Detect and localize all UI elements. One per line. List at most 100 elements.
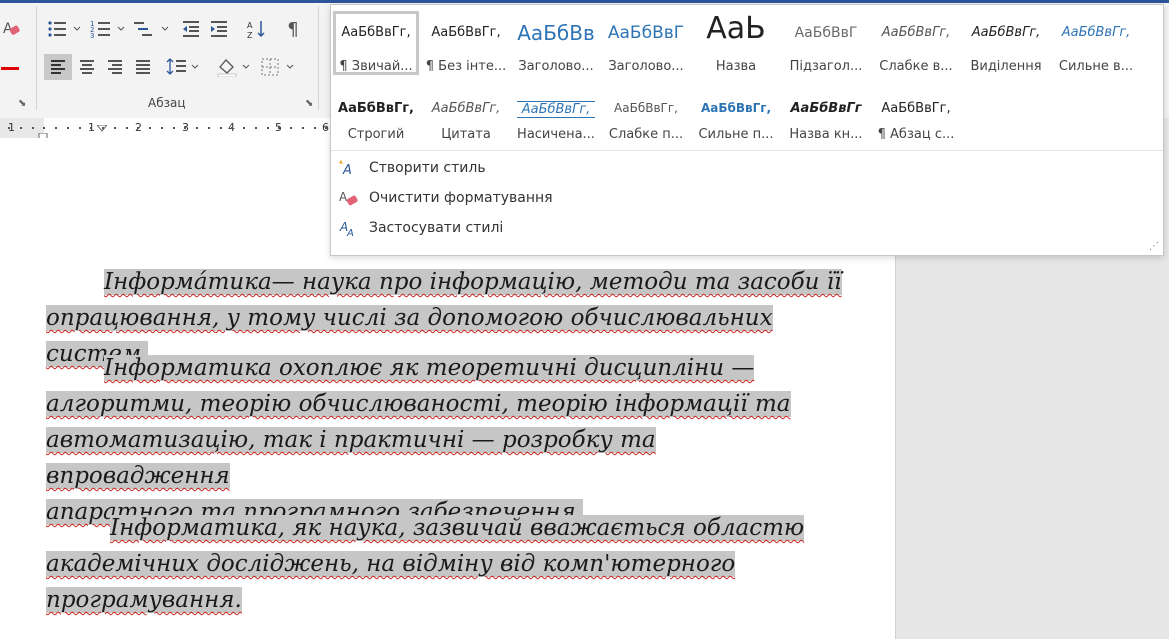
style-list-paragraph[interactable]: АаБбВвГг, ¶ Абзац с... — [873, 93, 959, 157]
svg-text:A: A — [342, 163, 352, 177]
highlighted-text: Інформатика охоплює як теоретичні дисцип… — [104, 355, 755, 381]
ruler-tick — [196, 127, 198, 129]
ruler-tick — [32, 127, 34, 129]
horizontal-ruler[interactable]: 1 1 2 3 4 5 6 — [0, 118, 330, 143]
highlighted-text: алгоритми, теорію обчислюваності, теорію… — [46, 391, 791, 417]
style-emphasis[interactable]: АаБбВвГг, Виділення — [963, 11, 1049, 75]
paragraph-3-line-2: академічних досліджень, на відміну від к… — [46, 546, 846, 582]
clear-formatting-icon: A — [337, 188, 361, 208]
style-sample: АаБбВвГг, — [431, 25, 501, 40]
borders-icon[interactable] — [260, 56, 296, 78]
style-book-title[interactable]: АаБбВвГг Назва кн... — [783, 93, 869, 157]
style-normal[interactable]: АаБбВвГг, ¶ Звичай... — [333, 11, 419, 75]
clear-formatting-icon[interactable]: A — [0, 18, 22, 40]
apply-styles-icon: AA — [337, 218, 361, 238]
align-left-icon[interactable] — [44, 54, 72, 80]
highlighted-text: академічних досліджень, на відміну від к… — [46, 551, 736, 577]
style-intense-emphasis[interactable]: АаБбВвГг, Сильне в... — [1053, 11, 1139, 75]
ruler-tick — [161, 127, 163, 129]
first-line-indent-marker-icon[interactable] — [95, 118, 109, 132]
group-separator — [36, 6, 37, 110]
clear-formatting-menu-item[interactable]: A Очистити форматування — [331, 185, 631, 211]
ruler-tick — [278, 127, 280, 129]
svg-text:3: 3 — [90, 32, 94, 39]
style-label: Насичена... — [517, 127, 595, 142]
paragraph-dialog-launcher-icon[interactable]: ⬊ — [305, 98, 313, 109]
shading-icon[interactable] — [216, 56, 252, 78]
paragraph-3[interactable]: Інформатика, як наука, зазвичай вважаєть… — [46, 510, 846, 618]
style-no-spacing[interactable]: АаБбВвГг, ¶ Без інте... — [423, 11, 509, 75]
style-label: Заголово... — [518, 59, 594, 74]
highlighted-text: автоматизацію, так і практичні — розробк… — [46, 427, 656, 489]
menu-item-label: Застосувати стилі — [369, 220, 504, 236]
ruler-tick — [126, 127, 128, 129]
ruler-tick — [290, 127, 292, 129]
style-title[interactable]: АаЬ Назва — [693, 11, 779, 75]
ruler-tick — [314, 127, 316, 129]
ruler-tick — [302, 127, 304, 129]
sort-icon[interactable]: AZ — [246, 18, 268, 40]
style-quote[interactable]: АаБбВвГг, Цитата — [423, 93, 509, 157]
group-separator — [318, 6, 319, 110]
style-label: Заголово... — [608, 59, 684, 74]
increase-indent-icon[interactable] — [208, 18, 230, 40]
show-formatting-marks-icon[interactable]: ¶ — [282, 18, 304, 40]
style-subtle-reference[interactable]: АаБбВвГг, Слабке п... — [603, 93, 689, 157]
apply-styles-menu-item[interactable]: AA Застосувати стилі — [331, 215, 631, 241]
ruler-tick — [243, 127, 245, 129]
styles-gallery-dropdown: АаБбВвГг, ¶ Звичай... АаБбВвГг, ¶ Без ін… — [330, 4, 1164, 256]
style-label: Виділення — [970, 59, 1042, 74]
style-label: Слабке п... — [608, 127, 684, 142]
font-color-icon[interactable] — [0, 56, 22, 78]
style-label: Слабке в... — [879, 59, 953, 74]
multilevel-list-icon[interactable] — [134, 18, 170, 40]
style-subtle-emphasis[interactable]: АаБбВвГг, Слабке в... — [873, 11, 959, 75]
style-sample: АаБбВвГг — [790, 101, 862, 116]
ruler-tick — [20, 127, 22, 129]
style-strong[interactable]: АаБбВвГг, Строгий — [333, 93, 419, 157]
style-label: Сильне п... — [698, 127, 774, 142]
ruler-tick — [102, 127, 104, 129]
ribbon-accent-bar — [0, 0, 1169, 3]
style-label: Строгий — [347, 127, 405, 142]
numbering-icon[interactable]: 123 — [90, 18, 126, 40]
justify-icon[interactable] — [132, 56, 154, 78]
style-heading-2[interactable]: АаБбВвГ Заголово... — [603, 11, 689, 75]
align-right-icon[interactable] — [104, 56, 126, 78]
align-center-icon[interactable] — [76, 56, 98, 78]
svg-text:Z: Z — [247, 31, 253, 39]
svg-text:A: A — [346, 228, 354, 237]
bullets-icon[interactable] — [46, 18, 82, 40]
style-sample: АаБбВвГг, — [1061, 25, 1131, 40]
paragraph-2-line-2: алгоритми, теорію обчислюваності, теорію… — [46, 386, 846, 422]
left-indent-marker-icon[interactable] — [38, 128, 48, 143]
ruler-tick — [137, 127, 139, 129]
decrease-indent-icon[interactable] — [180, 18, 202, 40]
ruler-tick — [67, 127, 69, 129]
style-sample: АаБбВв — [517, 21, 595, 45]
style-sample: АаБбВвГг, — [338, 101, 414, 116]
style-sample: АаБбВвГг, — [971, 25, 1041, 40]
font-dialog-launcher-icon[interactable]: ⬊ — [18, 98, 26, 109]
style-subtitle[interactable]: АаБбВвГ Підзагол... — [783, 11, 869, 75]
ruler-tick — [90, 127, 92, 129]
paragraph-2-line-1: Інформатика охоплює як теоретичні дисцип… — [46, 350, 846, 386]
paragraph-2[interactable]: Інформатика охоплює як теоретичні дисцип… — [46, 350, 846, 530]
style-intense-reference[interactable]: АаБбВвГг, Сильне п... — [693, 93, 779, 157]
style-sample: АаЬ — [706, 11, 766, 46]
highlighted-text: Інформа́тика — [104, 269, 272, 295]
ruler-tick — [208, 127, 210, 129]
style-intense-quote[interactable]: АаБбВвГг, Насичена... — [513, 93, 599, 157]
line-spacing-icon[interactable] — [166, 56, 202, 78]
create-style-menu-item[interactable]: A Створити стиль — [331, 155, 631, 181]
style-sample: АаБбВвГг, — [341, 25, 411, 40]
ruler-tick — [43, 127, 45, 129]
paragraph-1-line-1: Інформа́тика— наука про інформацію, мето… — [46, 264, 846, 300]
resize-grip-icon[interactable]: ⋰ — [1149, 241, 1159, 252]
menu-separator — [331, 150, 1163, 151]
style-sample: АаБбВвГ — [794, 25, 858, 41]
style-sample: АаБбВвГ — [607, 23, 685, 43]
style-label: Підзагол... — [789, 59, 863, 74]
paragraph-group-label: Абзац — [148, 96, 186, 110]
style-heading-1[interactable]: АаБбВв Заголово... — [513, 11, 599, 75]
